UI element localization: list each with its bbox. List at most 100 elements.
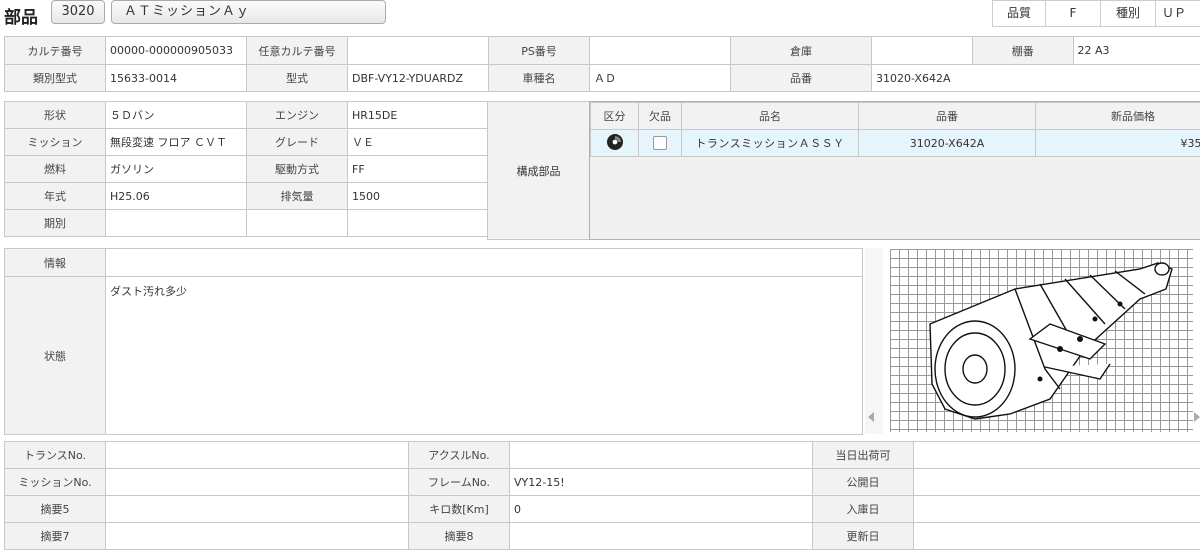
col-name: 品名 [681,102,859,130]
shape-label: 形状 [4,101,106,129]
spec-empty-cell [246,209,348,237]
memo8-label: 摘要8 [408,522,510,550]
karte-no-label: カルテ番号 [4,36,106,65]
publish-date-label: 公開日 [812,468,914,496]
table-row[interactable]: トランスミッションＡＳＳＹ 31020-X642A ¥358,00 [590,129,1200,157]
col-part-no: 品番 [858,102,1036,130]
engine-value: HR15DE [347,101,489,129]
warehouse-label: 倉庫 [730,36,872,65]
engine-label: エンジン [246,101,348,129]
trans-no-label: トランスNo. [4,441,106,469]
components-label: 構成部品 [487,101,590,240]
car-value: ＡＤ [589,64,731,92]
grade-label: グレード [246,128,348,156]
grade-value: ＶＥ [347,128,489,156]
memo8-value [509,522,813,550]
axle-no-value [509,441,813,469]
part-no-value: 31020-X642A [871,64,1200,92]
page-title: 部品 [4,8,38,28]
chevron-left-icon[interactable] [868,412,874,422]
col-price: 新品価格 [1035,102,1200,130]
info-label: 情報 [4,248,106,277]
components-grid: 区分 欠品 品名 品番 新品価格 トランスミッションＡＳＳＹ 31020-X64… [589,101,1200,240]
status-label: 状態 [4,276,106,435]
stock-date-label: 入庫日 [812,495,914,523]
update-date-label: 更新日 [812,522,914,550]
col-kubun: 区分 [590,102,639,130]
memo5-value [105,495,409,523]
model-value: DBF-VY12-YDUARDZ [347,64,489,92]
year-label: 年式 [4,182,106,210]
class-label: 類別型式 [4,64,106,92]
memo7-label: 摘要7 [4,522,106,550]
mission-label: ミッション [4,128,106,156]
component-part-no: 31020-X642A [858,129,1036,157]
ps-value [589,36,731,65]
km-value: 0 [509,495,813,523]
memo5-label: 摘要5 [4,495,106,523]
missing-cell [638,129,682,157]
image-viewer [863,248,1200,434]
drive-label: 駆動方式 [246,155,348,183]
component-name: トランスミッションＡＳＳＹ [681,129,859,157]
part-image[interactable] [890,249,1193,432]
shape-value: ５Ｄバン [105,101,247,129]
quality-label: 品質 [992,0,1046,27]
type-label: 種別 [1100,0,1156,27]
frame-no-value: VY12-15! [509,468,813,496]
displacement-label: 排気量 [246,182,348,210]
trans-no-value [105,441,409,469]
missing-checkbox[interactable] [653,136,667,150]
car-label: 車種名 [488,64,590,92]
mission-no-label: ミッションNo. [4,468,106,496]
opt-karte-label: 任意カルテ番号 [246,36,348,65]
transmission-illustration [929,262,1173,420]
frame-no-label: フレームNo. [408,468,510,496]
components-table: 区分 欠品 品名 品番 新品価格 トランスミッションＡＳＳＹ 31020-X64… [590,102,1200,157]
shelf-value: 22 A3 [1073,37,1200,64]
same-day-value [913,441,1200,469]
axle-no-label: アクスルNo. [408,441,510,469]
year-value: H25.06 [105,182,247,210]
km-label: キロ数[Km] [408,495,510,523]
opt-karte-value [347,36,489,65]
ps-label: PS番号 [488,36,590,65]
kubun-cell [590,129,639,157]
publish-date-value [913,468,1200,496]
quality-value: F [1045,0,1101,27]
spec-empty-cell [347,209,489,237]
spec-table: 形状 ５Ｄバン エンジン HR15DE ミッション 無段変速 フロア ＣＶＴ グ… [4,101,489,237]
type-value: ＵＰ [1155,0,1200,27]
drive-value: FF [347,155,489,183]
update-date-value [913,522,1200,550]
bottom-table: トランスNo. アクスルNo. 当日出荷可 ミッションNo. フレームNo. V… [4,441,1200,550]
shelf-cell: 棚番 22 A3 [972,36,1200,65]
karte-table: カルテ番号 00000-000000905033 任意カルテ番号 PS番号 倉庫… [4,36,1200,92]
image-prev-track [865,248,883,434]
period-label: 期別 [4,209,106,237]
same-day-label: 当日出荷可 [812,441,914,469]
part-code-field[interactable]: 3020 [51,0,105,24]
stock-date-value [913,495,1200,523]
fuel-label: 燃料 [4,155,106,183]
info-value [105,248,863,277]
info-table: 情報 状態 ダスト汚れ多少 [4,248,863,435]
shelf-label: 棚番 [973,37,1074,64]
disc-icon [606,133,623,150]
col-missing: 欠品 [638,102,682,130]
mission-no-value [105,468,409,496]
period-value [105,209,247,237]
memo7-value [105,522,409,550]
displacement-value: 1500 [347,182,489,210]
mission-value: 無段変速 フロア ＣＶＴ [105,128,247,156]
component-price: ¥358,00 [1035,129,1200,157]
shelf-inner: 棚番 22 A3 [973,37,1200,64]
karte-no-value: 00000-000000905033 [105,36,247,65]
chevron-right-icon[interactable] [1194,412,1200,422]
fuel-value: ガソリン [105,155,247,183]
class-value: 15633-0014 [105,64,247,92]
model-label: 型式 [246,64,348,92]
warehouse-value [871,36,973,65]
part-name-field[interactable]: ＡＴミッションＡｙ [111,0,386,24]
status-value: ダスト汚れ多少 [105,276,863,435]
